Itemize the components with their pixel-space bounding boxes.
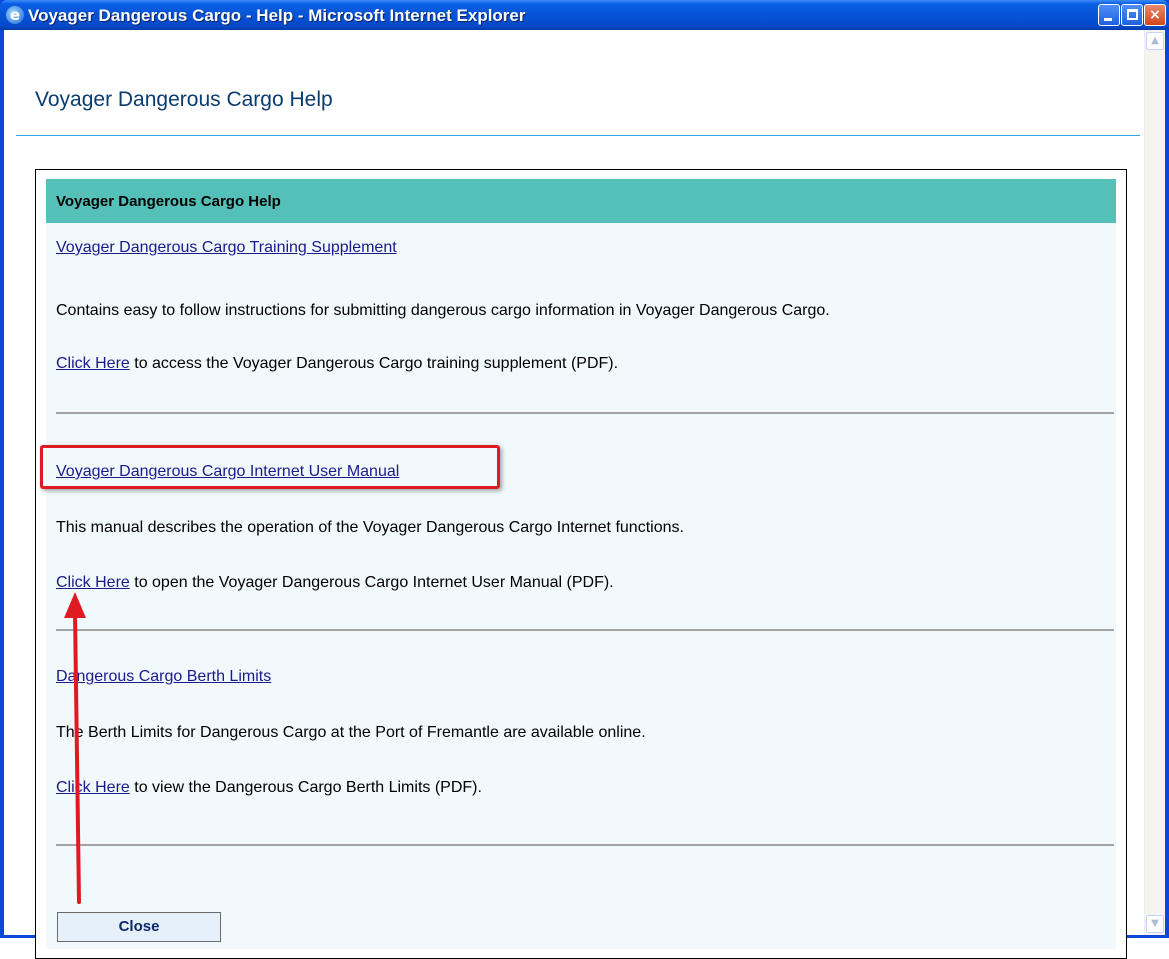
vertical-scrollbar[interactable]: ▲ ▼: [1144, 30, 1165, 935]
section-3-description: The Berth Limits for Dangerous Cargo at …: [56, 724, 646, 741]
panel-header: Voyager Dangerous Cargo Help: [46, 179, 1116, 223]
maximize-button[interactable]: [1121, 4, 1143, 26]
section-divider: [56, 629, 1114, 631]
minimize-icon: [1104, 18, 1112, 21]
help-panel: Voyager Dangerous Cargo Help Voyager Dan…: [35, 169, 1127, 959]
section-3-link-text: to view the Dangerous Cargo Berth Limits…: [129, 779, 482, 796]
heading-divider: [16, 135, 1140, 136]
berth-limits-link[interactable]: Dangerous Cargo Berth Limits: [56, 668, 271, 685]
scroll-down-icon[interactable]: ▼: [1146, 915, 1164, 933]
title-bar[interactable]: e Voyager Dangerous Cargo - Help - Micro…: [0, 0, 1169, 30]
section-2-link-text: to open the Voyager Dangerous Cargo Inte…: [129, 574, 614, 591]
scroll-up-icon[interactable]: ▲: [1146, 32, 1164, 50]
page-title: Voyager Dangerous Cargo Help: [35, 88, 333, 111]
help-panel-body: Voyager Dangerous Cargo Help Voyager Dan…: [46, 179, 1116, 949]
section-1-title: Voyager Dangerous Cargo Training Supplem…: [56, 239, 397, 257]
section-3-title: Dangerous Cargo Berth Limits: [56, 668, 271, 686]
section-1-link-line: Click Here to access the Voyager Dangero…: [56, 355, 618, 373]
section-1-description: Contains easy to follow instructions for…: [56, 302, 830, 319]
section-1-link-text: to access the Voyager Dangerous Cargo tr…: [129, 355, 619, 372]
section-divider: [56, 844, 1114, 846]
highlight-box: [40, 445, 500, 489]
maximize-icon: [1127, 9, 1138, 20]
section-divider: [56, 412, 1114, 414]
window-title: Voyager Dangerous Cargo - Help - Microso…: [28, 6, 526, 25]
section-2-link-line: Click Here to open the Voyager Dangerous…: [56, 574, 614, 592]
panel-header-title: Voyager Dangerous Cargo Help: [56, 193, 281, 210]
section-3-link-line: Click Here to view the Dangerous Cargo B…: [56, 779, 482, 797]
training-supplement-link[interactable]: Voyager Dangerous Cargo Training Supplem…: [56, 239, 397, 256]
close-icon: ×: [1149, 7, 1161, 23]
section-2-description: This manual describes the operation of t…: [56, 519, 684, 536]
training-supplement-click-here-link[interactable]: Click Here: [56, 355, 130, 372]
berth-limits-click-here-link[interactable]: Click Here: [56, 779, 130, 796]
minimize-button[interactable]: [1098, 4, 1120, 26]
close-window-button[interactable]: ×: [1144, 4, 1166, 26]
ie-icon: e: [6, 6, 24, 24]
user-manual-click-here-link[interactable]: Click Here: [56, 574, 130, 591]
